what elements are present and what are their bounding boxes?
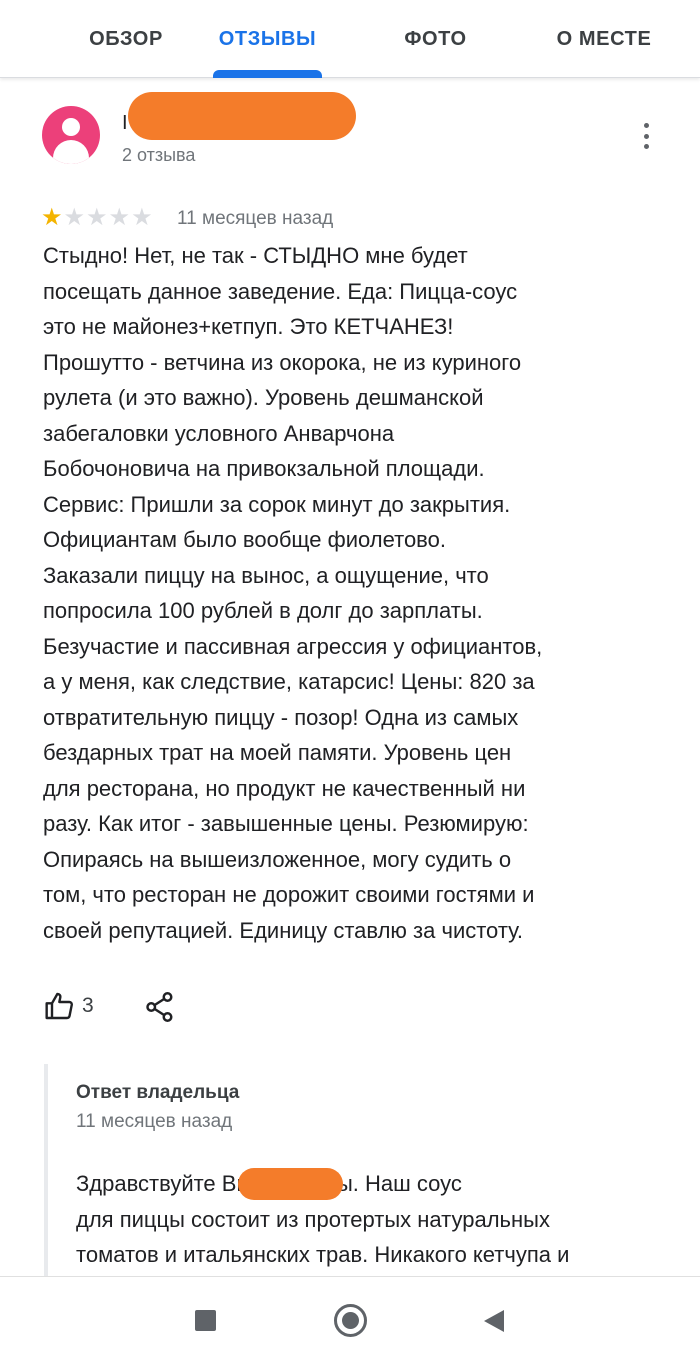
triangle-back-icon[interactable] (484, 1310, 504, 1332)
square-icon[interactable] (195, 1310, 216, 1331)
tab-photos[interactable]: ФОТО (368, 0, 503, 78)
more-vert-icon (643, 123, 649, 128)
more-vert-icon-dot (643, 144, 649, 149)
review-text: Стыдно! Нет, не так - СТЫДНО мне будет п… (43, 243, 543, 943)
avatar-head-shape (62, 118, 80, 136)
reviewer-name[interactable]: I (122, 112, 128, 135)
owner-reply-label: Ответ владельца (76, 1082, 240, 1103)
name-redaction (128, 92, 356, 140)
reviewer-review-count: 2 отзыва (122, 145, 196, 165)
avatar-body-shape (53, 140, 89, 164)
owner-reply-date: 11 месяцев назад (76, 1111, 233, 1132)
star-empty-icon: ★ (131, 204, 153, 231)
active-tab-indicator (213, 70, 322, 78)
tab-reviews[interactable]: ОТЗЫВЫ (200, 0, 335, 78)
review-date: 11 месяцев назад (177, 208, 334, 229)
thumb-up-icon[interactable] (44, 990, 76, 1022)
like-count: 3 (82, 994, 94, 1017)
star-empty-icon: ★ (86, 204, 108, 231)
tab-overview[interactable]: ОБЗОР (40, 0, 212, 78)
owner-reply-text: Здравствуйте Вы не правы. Наш соус для п… (76, 1171, 570, 1267)
tab-bar: ОБЗОР ОТЗЫВЫ ФОТО О МЕСТЕ (0, 0, 700, 78)
star-filled-icon: ★ (41, 204, 63, 231)
reviewer-avatar[interactable] (42, 106, 100, 164)
share-icon[interactable] (145, 990, 175, 1024)
more-options-button[interactable] (634, 118, 658, 154)
tab-about[interactable]: О МЕСТЕ (530, 0, 678, 78)
system-nav-bar (0, 1276, 700, 1361)
more-vert-icon-dot (643, 133, 649, 139)
reply-name-redaction (238, 1168, 343, 1200)
circle-icon[interactable] (334, 1304, 367, 1337)
star-empty-icon: ★ (108, 204, 131, 231)
star-empty-icon: ★ (63, 204, 86, 231)
star-rating: ★ ★ ★ ★ ★ (41, 205, 153, 231)
